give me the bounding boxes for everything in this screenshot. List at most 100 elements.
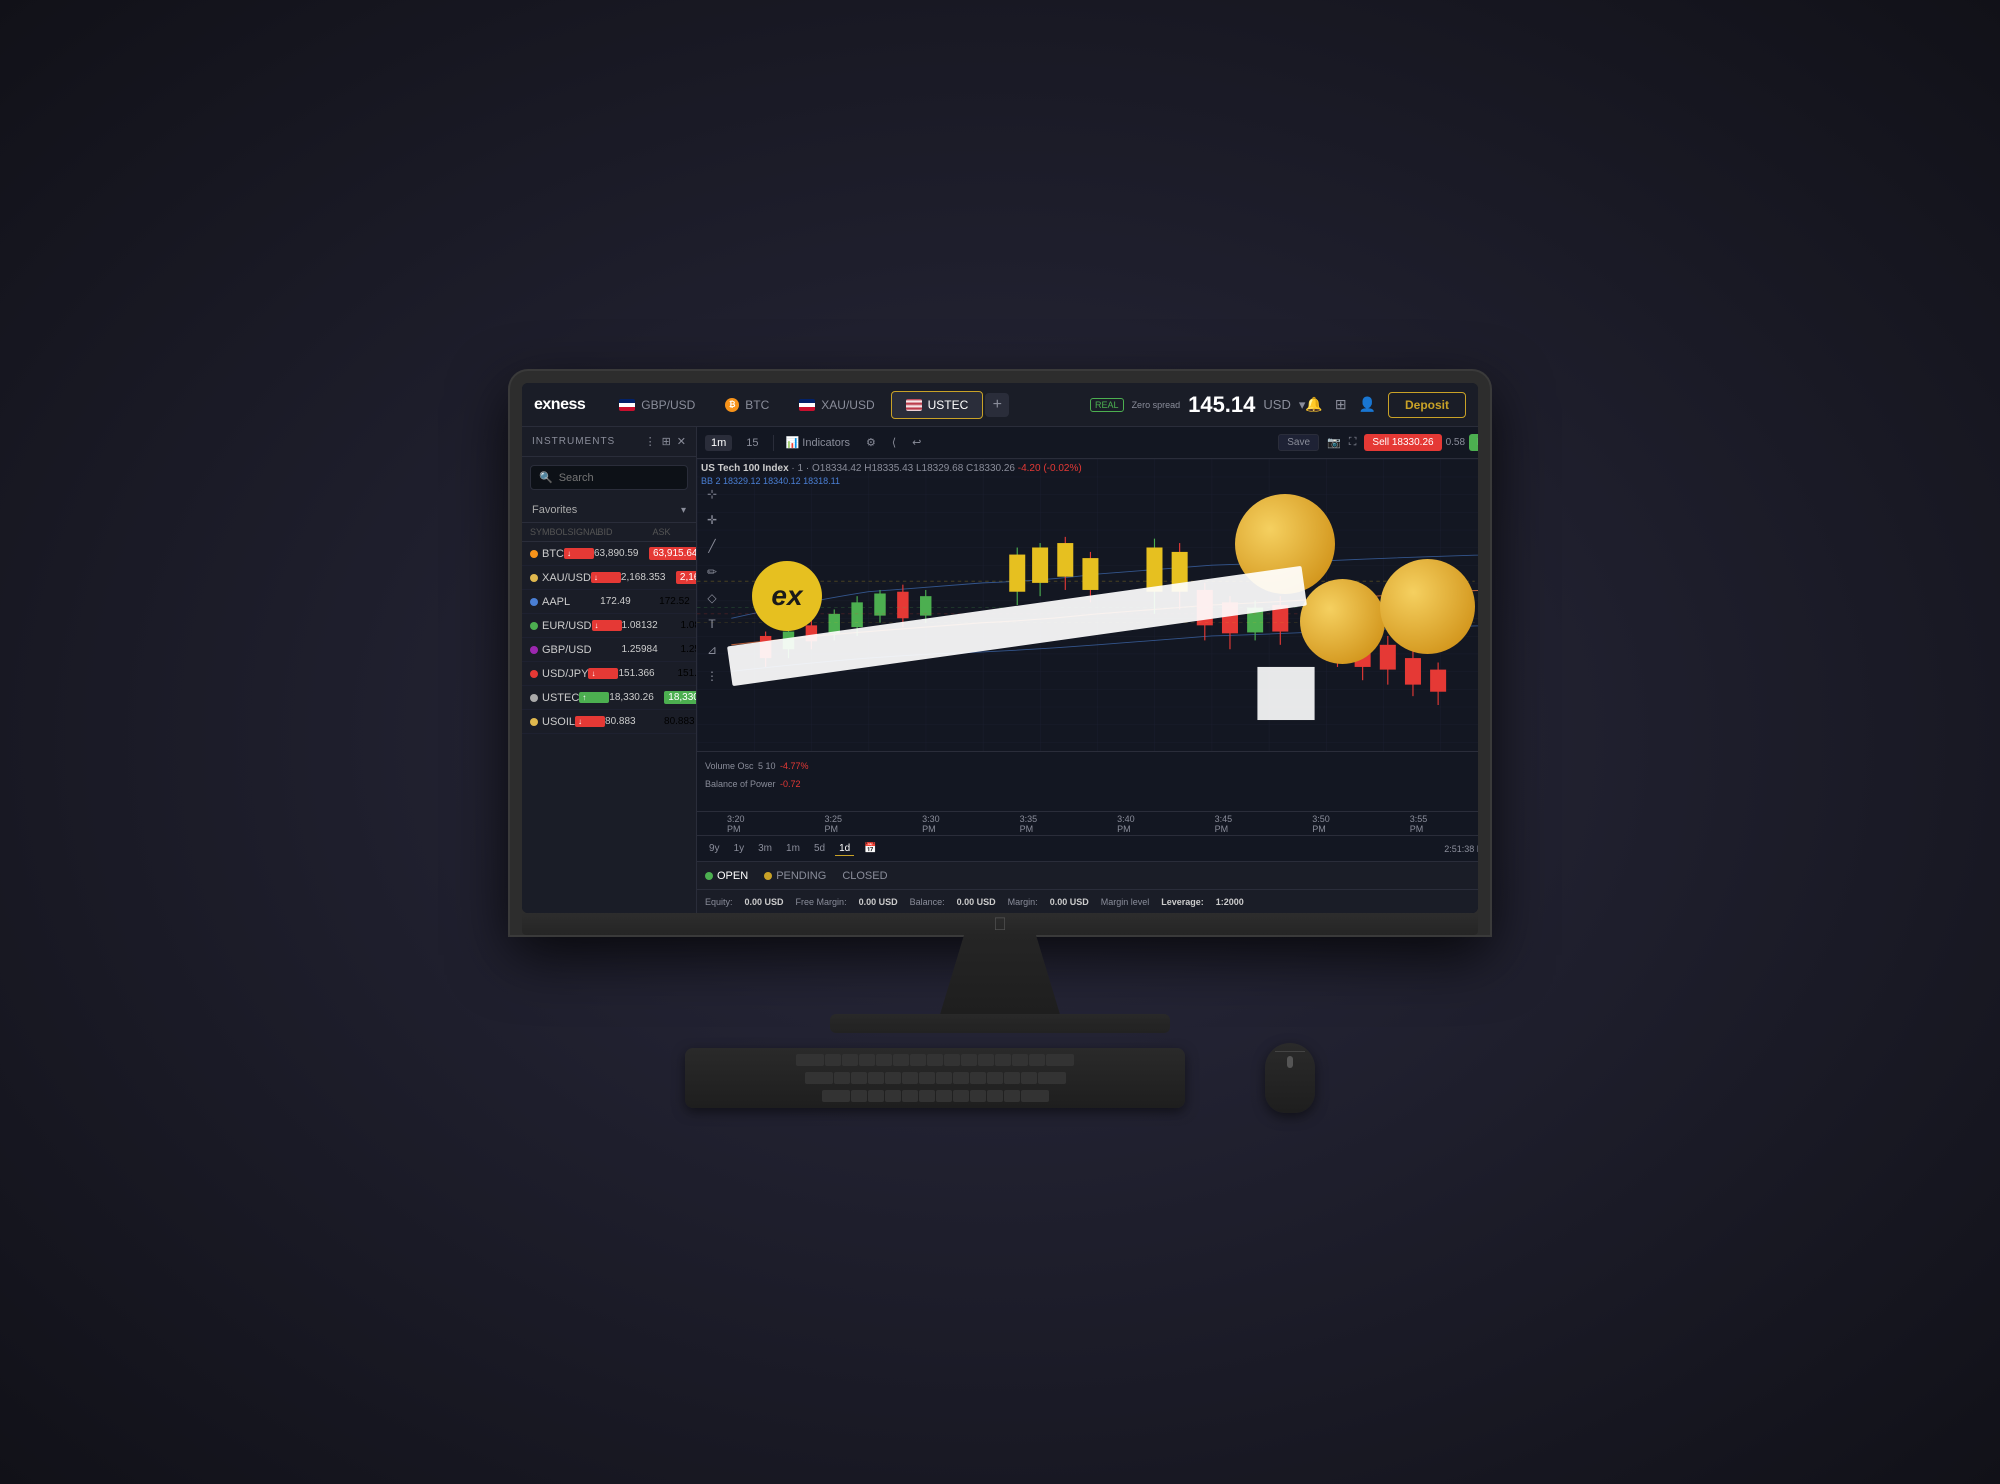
line-tool[interactable]: ╱ — [701, 535, 723, 557]
bid-usoil: 80.883 — [605, 716, 660, 727]
order-tab-pending[interactable]: PENDING — [764, 870, 826, 882]
order-tab-closed[interactable]: CLOSED — [842, 870, 887, 882]
period-5d[interactable]: 5d — [810, 842, 829, 855]
symbol-row-btc[interactable]: BTC ↓ 63,890.59 63,915.64 — [522, 542, 696, 566]
prev-icon[interactable]: ⟨ — [888, 434, 900, 451]
sym-btc: BTC — [530, 548, 564, 560]
fullscreen-icon[interactable]: ⛶ — [1349, 436, 1357, 449]
more-icon[interactable]: ⋮ — [645, 435, 656, 448]
chart-canvas[interactable]: US Tech 100 Index · 1 · O18334.42 H18335… — [697, 459, 1478, 751]
tf-15[interactable]: 15 — [740, 435, 764, 451]
buy-button[interactable]: Buy 18330.84 — [1469, 434, 1478, 451]
app-container: exness GBP/USD ₿ BTC — [522, 383, 1478, 913]
closed-label: CLOSED — [842, 870, 887, 882]
measure-tool[interactable]: ⊿ — [701, 639, 723, 661]
search-input[interactable] — [559, 472, 679, 484]
sym-ustec: USTEC — [530, 692, 579, 704]
key — [796, 1054, 824, 1066]
real-badge: REAL — [1090, 398, 1124, 412]
tab-gbpusd[interactable]: GBP/USD — [605, 392, 709, 418]
key — [910, 1054, 926, 1066]
key — [851, 1090, 867, 1102]
ask-btc: 63,915.64 — [649, 547, 696, 560]
keyboard — [685, 1048, 1185, 1108]
symbol-row-aapl[interactable]: AAPL 172.49 172.52 — [522, 590, 696, 614]
monitor-stand — [940, 935, 1060, 1014]
equity-value: 0.00 USD — [745, 897, 784, 907]
symbol-row-gbpusd[interactable]: GBP/USD 1.25984 1.25984 — [522, 638, 696, 662]
chart-toolbar: 1m 15 📊 Indicators ⚙ ⟨ ↩ Save 📷 ⛶ Sell — [697, 427, 1478, 459]
symbol-row-usoil[interactable]: USOIL ↓ 80.883 80.883 — [522, 710, 696, 734]
tab-btc[interactable]: ₿ BTC — [711, 392, 783, 418]
tf-1m[interactable]: 1m — [705, 435, 732, 451]
sig-xauusd: ↓ — [591, 572, 621, 583]
ask-eurusd: 1.08132 — [677, 619, 696, 632]
period-calendar-icon[interactable]: 📅 — [860, 842, 880, 855]
favorites-label: Favorites — [532, 504, 577, 516]
time-330: 3:30 PM — [922, 814, 940, 834]
col-signal: Signal — [568, 527, 598, 537]
sym-usoil: USOIL — [530, 716, 575, 728]
key — [1029, 1054, 1045, 1066]
deposit-button[interactable]: Deposit — [1388, 392, 1466, 418]
cursor-tool[interactable]: ⊹ — [701, 483, 723, 505]
undo-icon[interactable]: ↩ — [908, 434, 925, 451]
grid-icon[interactable]: ⊞ — [1335, 396, 1347, 413]
text-tool[interactable]: T — [701, 613, 723, 635]
sig-eurusd: ↓ — [592, 620, 622, 631]
symbol-row-eurusd[interactable]: EUR/USD ↓ 1.08132 1.08132 — [522, 614, 696, 638]
alarm-icon[interactable]: 🔔 — [1305, 396, 1322, 413]
close-sidebar-icon[interactable]: ✕ — [677, 435, 686, 448]
crosshair-tool[interactable]: ✛ — [701, 509, 723, 531]
col-bid: Bid — [598, 527, 653, 537]
time-355: 3:55 PM — [1410, 814, 1428, 834]
period-1m[interactable]: 1m — [782, 842, 804, 855]
favorites-dropdown[interactable]: Favorites ▾ — [522, 498, 696, 523]
key — [876, 1054, 892, 1066]
sell-button[interactable]: Sell 18330.26 — [1364, 434, 1441, 451]
toolbar-divider — [773, 435, 774, 451]
chart-low: L18329.68 — [916, 463, 963, 474]
symbol-row-usdjpy[interactable]: USD/JPY ↓ 151.366 151.366 — [522, 662, 696, 686]
symbol-row-ustec[interactable]: USTEC ↑ 18,330.26 18,330.84 — [522, 686, 696, 710]
tab-xauusd[interactable]: XAU/USD — [785, 392, 888, 418]
chart-timestamp: 2:51:38 PM (UTC) — [1444, 844, 1478, 854]
key — [885, 1090, 901, 1102]
more-tools[interactable]: ⋮ — [701, 665, 723, 687]
instruments-icons: ⋮ ⊞ ✕ — [645, 435, 686, 448]
key — [953, 1090, 969, 1102]
monitor-base — [830, 1014, 1170, 1033]
period-1d[interactable]: 1d — [835, 842, 854, 856]
sig-ustec: ↑ — [579, 692, 609, 703]
equity-label: Equity: — [705, 897, 733, 907]
flag-btc: ₿ — [725, 398, 739, 412]
shape-tool[interactable]: ◇ — [701, 587, 723, 609]
add-tab-button[interactable]: + — [985, 393, 1009, 417]
time-335: 3:35 PM — [1020, 814, 1038, 834]
period-1y[interactable]: 1y — [730, 842, 749, 855]
leverage-value: 1:2000 — [1216, 897, 1244, 907]
order-tab-open[interactable]: OPEN — [705, 870, 748, 882]
free-margin-label: Free Margin: — [796, 897, 847, 907]
tab-ustec-label: USTEC — [928, 398, 969, 412]
sym-eurusd: EUR/USD — [530, 620, 592, 632]
grid-small-icon[interactable]: ⊞ — [662, 435, 671, 448]
bid-gbpusd: 1.25984 — [622, 644, 677, 655]
period-3m[interactable]: 3m — [754, 842, 776, 855]
footer-bar: Equity: 0.00 USD Free Margin: 0.00 USD B… — [697, 889, 1478, 913]
user-icon[interactable]: 👤 — [1359, 396, 1376, 413]
dot-aapl — [530, 598, 538, 606]
pencil-tool[interactable]: ✏ — [701, 561, 723, 583]
chart-settings-icon[interactable]: ⚙ — [862, 434, 880, 451]
indicators-btn[interactable]: 📊 Indicators — [782, 434, 854, 451]
time-345: 3:45 PM — [1215, 814, 1233, 834]
save-button[interactable]: Save — [1278, 434, 1319, 451]
symbol-row-xauusd[interactable]: XAU/USD ↓ 2,168.353 2,168.353 — [522, 566, 696, 590]
period-9y[interactable]: 9y — [705, 842, 724, 855]
tab-ustec[interactable]: USTEC — [891, 391, 984, 419]
screenshot-icon[interactable]: 📷 — [1327, 436, 1341, 449]
bb-info: BB 2 18329.12 18340.12 18318.11 — [701, 476, 1082, 486]
chart-tools: ⊹ ✛ ╱ ✏ ◇ T ⊿ ⋮ — [697, 479, 727, 691]
key — [885, 1072, 901, 1084]
key — [805, 1072, 833, 1084]
